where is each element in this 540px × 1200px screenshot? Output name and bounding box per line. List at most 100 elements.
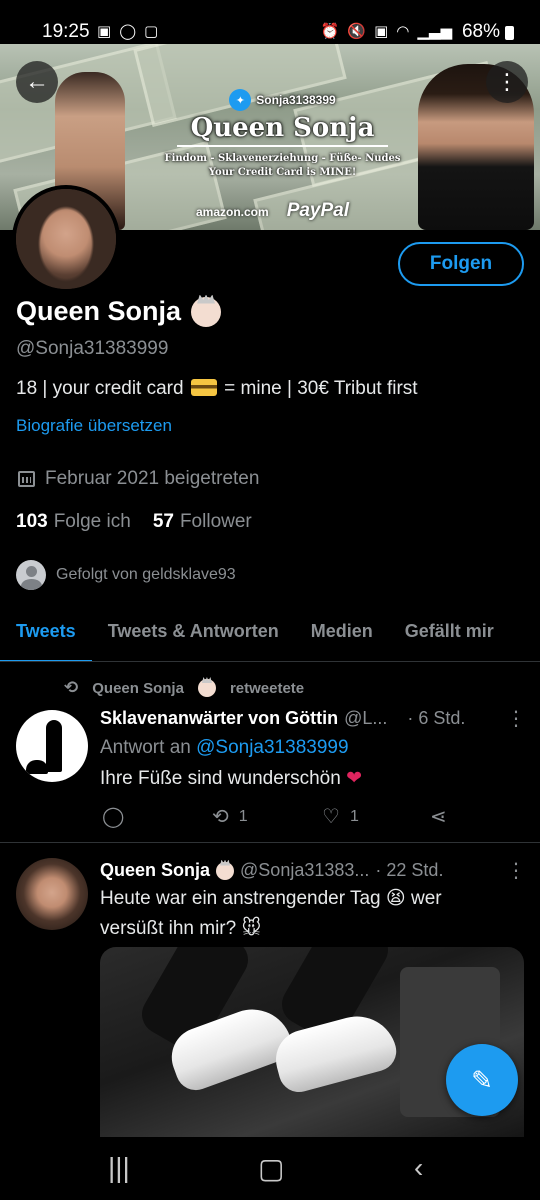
following-label: Folge ich [53, 511, 131, 532]
tweet-body: Ihre Füße sind wunderschön [100, 768, 341, 789]
tab-tweets[interactable]: Tweets [0, 604, 92, 661]
reply-prefix: Antwort an [100, 737, 191, 758]
like-count: 1 [349, 807, 359, 825]
compose-feather-icon: ✎ [471, 1064, 493, 1095]
home-icon[interactable]: ▢ [258, 1152, 284, 1185]
tweet-author-name[interactable]: Queen Sonja [100, 860, 210, 881]
following-link[interactable]: 103 Folge ich [16, 511, 131, 533]
retweet-context[interactable]: ⟲ Queen Sonja retweetete [64, 678, 304, 698]
join-date: Februar 2021 beigetreten [18, 468, 259, 490]
tweet-author-handle: @Sonja31383... [240, 860, 370, 880]
tired-face-emoji-icon: 😫 [385, 888, 406, 909]
tweet-timestamp: · 22 Std. [375, 860, 444, 880]
more-options-button[interactable]: ⋮ [486, 61, 528, 103]
followed-by-text: Gefolgt von geldsklave93 [56, 566, 236, 583]
compose-tweet-button[interactable]: ✎ [446, 1044, 518, 1116]
followers-label: Follower [179, 511, 252, 532]
tweet-menu-button[interactable]: ⋮ [506, 706, 526, 731]
reply-context: Antwort an @Sonja31383999 [100, 737, 349, 759]
wifi-icon: ◠ [396, 23, 410, 40]
tweet-body-line1-end: wer [411, 888, 442, 909]
recent-apps-icon[interactable]: ||| [108, 1152, 130, 1184]
join-date-text: Februar 2021 beigetreten [45, 468, 260, 489]
more-vertical-icon: ⋮ [496, 69, 518, 94]
princess-emoji-icon [216, 861, 235, 880]
follow-counts: 103 Folge ich 57 Follower [16, 511, 252, 533]
profile-avatar[interactable] [12, 185, 120, 293]
reply-button[interactable]: ◯ [102, 804, 124, 829]
heart-emoji-icon: ❤ [346, 768, 362, 789]
followers-count: 57 [152, 511, 174, 532]
sneaker-graphic [269, 1007, 401, 1097]
lock-icon: ▣ [374, 23, 389, 40]
retweet-suffix: retweetete [229, 679, 305, 697]
app-icon: ▢ [143, 23, 159, 40]
tweet-text: Ihre Füße sind wunderschön ❤ [100, 764, 520, 794]
tweet-author-name[interactable]: Sklavenanwärter von Göttin [100, 708, 338, 729]
profile-name: Queen Sonja [16, 296, 222, 327]
battery-level: 68% [461, 21, 500, 42]
following-count: 103 [16, 511, 48, 532]
followers-link[interactable]: 57 Follower [153, 511, 252, 533]
status-left-icons: ▣ ◯ ▢ [97, 22, 158, 40]
retweet-button[interactable]: ⟲ 1 [212, 804, 248, 829]
tab-likes[interactable]: Gefällt mir [389, 604, 510, 661]
signal-icon: ▁▃▅ [417, 23, 452, 40]
tab-tweets-replies[interactable]: Tweets & Antworten [92, 604, 295, 661]
alarm-icon: ⏰ [320, 23, 340, 40]
bio-text-1: 18 | your credit card [16, 378, 184, 399]
profile-name-text: Queen Sonja [16, 296, 182, 326]
translate-bio-link[interactable]: Biografie übersetzen [16, 416, 172, 436]
banner-handle-text: Sonja3138399 [256, 93, 336, 107]
tweet-menu-button[interactable]: ⋮ [506, 858, 526, 883]
profile-bio: 18 | your credit card = mine | 30€ Tribu… [16, 378, 418, 400]
banner-title: Queen Sonja [176, 113, 389, 147]
heart-outline-icon: ♡ [322, 806, 340, 828]
tab-media[interactable]: Medien [295, 604, 389, 661]
amazon-logo: amazon.com [196, 205, 269, 219]
tweet-divider [0, 842, 540, 843]
reply-handle-link[interactable]: @Sonja31383999 [196, 737, 348, 758]
tweet-body-line2: versüßt ihn mir? [100, 918, 237, 939]
profile-tabs: Tweets Tweets & Antworten Medien Gefällt… [0, 604, 540, 662]
follow-button[interactable]: Folgen [398, 242, 524, 286]
tweet-author-avatar[interactable] [16, 710, 88, 782]
tweet-author-handle: @L... [344, 708, 388, 728]
mute-icon: 🔇 [347, 23, 367, 40]
back-nav-icon[interactable]: ‹ [414, 1152, 423, 1184]
whatsapp-icon: ◯ [119, 23, 136, 40]
like-button[interactable]: ♡ 1 [322, 804, 359, 829]
status-right-icons: ⏰ 🔇 ▣ ◠ ▁▃▅ [321, 22, 452, 40]
reply-icon: ◯ [102, 806, 125, 828]
retweeter-name: Queen Sonja [92, 679, 184, 697]
share-icon: ⋖ [430, 806, 447, 828]
mouse-emoji-icon: 🐭 [241, 918, 262, 939]
tweet-text: Heute war ein anstrengender Tag 😫 wer ve… [100, 884, 520, 944]
princess-emoji-icon [191, 296, 222, 327]
status-time: 19:25 [42, 21, 90, 42]
twitter-bird-icon: ✦ [229, 89, 252, 111]
tweet-header: Queen Sonja @Sonja31383... · 22 Std. [100, 860, 443, 881]
banner-subtitle-1: Findom - Sklavenerziehung - Füße- Nudes [164, 153, 401, 164]
princess-emoji-icon [197, 679, 216, 697]
tweet-timestamp: · 6 Std. [407, 708, 466, 728]
banner-handle: ✦ Sonja3138399 [150, 89, 415, 111]
status-bar: 19:25 ▣ ◯ ▢ ⏰ 🔇 ▣ ◠ ▁▃▅ 68% [0, 0, 540, 64]
user-avatar-icon [16, 560, 46, 590]
banner-brands: amazon.com PayPal [196, 200, 349, 222]
back-button[interactable]: ← [16, 61, 58, 103]
tweet-header: Sklavenanwärter von Göttin @L... · 6 Std… [100, 708, 465, 729]
credit-card-emoji-icon [190, 379, 217, 396]
share-button[interactable]: ⋖ [430, 804, 447, 829]
image-icon: ▣ [97, 23, 112, 40]
tweet-author-avatar[interactable] [16, 858, 88, 930]
calendar-icon [18, 471, 35, 487]
retweet-icon: ⟲ [212, 806, 229, 828]
paypal-logo: PayPal [286, 200, 350, 221]
followed-by[interactable]: Gefolgt von geldsklave93 [16, 560, 236, 590]
retweet-count: 1 [238, 807, 248, 825]
arrow-left-icon: ← [25, 68, 49, 95]
system-navigation-bar: ||| ▢ ‹ [0, 1138, 540, 1200]
bio-text-2: = mine | 30€ Tribut first [224, 378, 418, 399]
banner-text: ✦ Sonja3138399 Queen Sonja Findom - Skla… [150, 89, 415, 178]
